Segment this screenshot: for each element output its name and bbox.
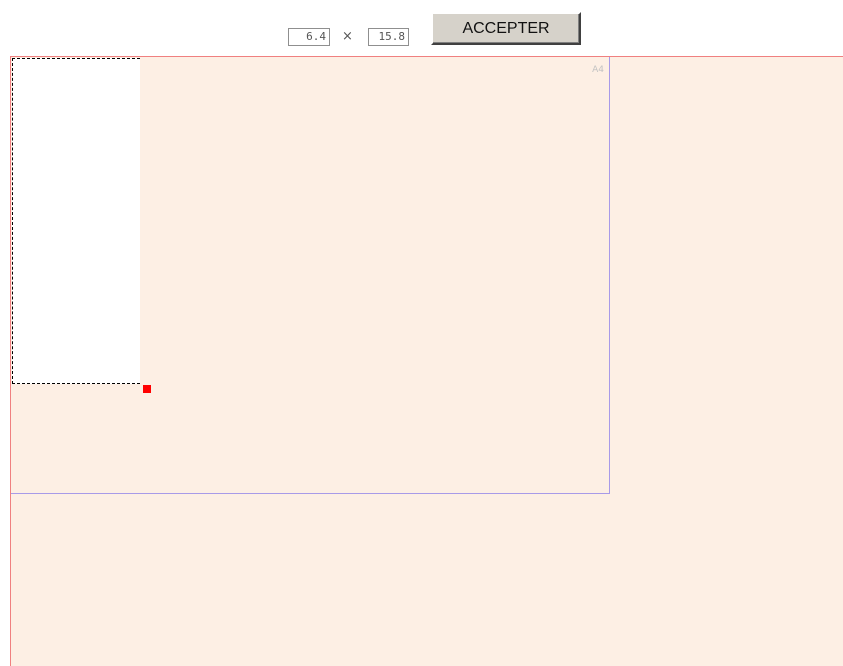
times-symbol: × [342,29,353,44]
layout-canvas[interactable]: A4 [10,56,843,666]
selection-rectangle[interactable] [12,58,140,384]
page-format-label: A4 [592,65,604,75]
accept-button[interactable]: ACCEPTER [431,12,581,45]
width-input[interactable] [288,28,330,46]
resize-handle[interactable] [143,385,151,393]
height-input[interactable] [368,28,409,46]
dimension-toolbar: × ACCEPTER [0,0,843,56]
